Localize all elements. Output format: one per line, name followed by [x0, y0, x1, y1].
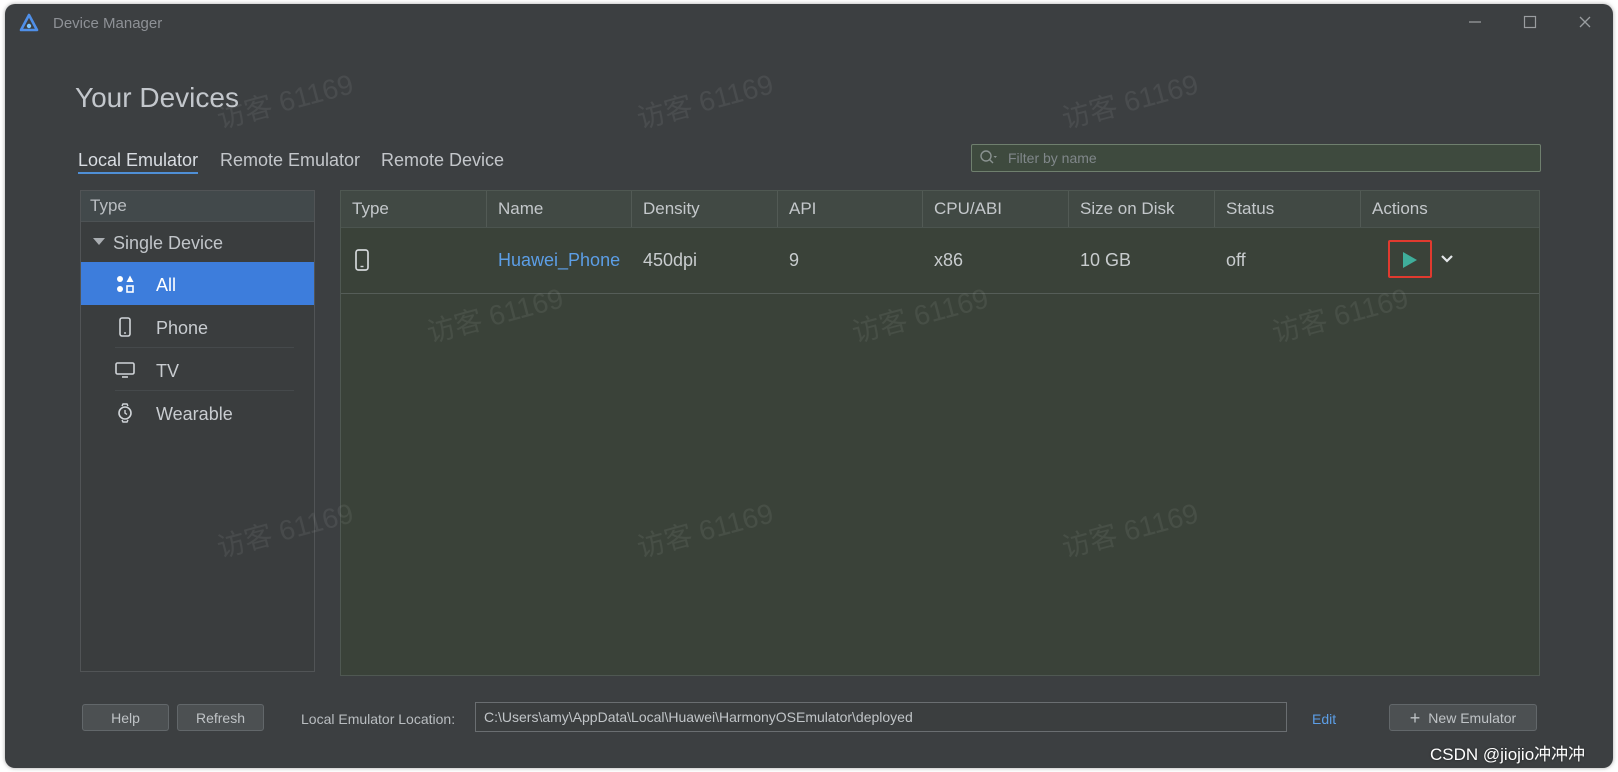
help-button[interactable]: Help	[82, 704, 169, 731]
table-header: Type Name Density API CPU/ABI Size on Di…	[341, 191, 1539, 228]
close-button[interactable]	[1565, 9, 1605, 37]
tab-remote-emulator[interactable]: Remote Emulator	[220, 150, 360, 171]
type-item-label: All	[156, 275, 177, 295]
triangle-down-icon[interactable]	[93, 238, 105, 245]
close-icon	[1579, 16, 1591, 28]
watch-icon	[118, 403, 132, 423]
new-emulator-label: New Emulator	[1428, 710, 1517, 726]
app-logo-icon	[19, 13, 39, 32]
filter-input[interactable]	[1006, 147, 1530, 169]
device-name-link[interactable]: Huawei_Phone	[487, 227, 620, 293]
column-header-name[interactable]: Name	[487, 191, 632, 227]
watermark-text: 访客 61169	[633, 68, 777, 135]
refresh-button[interactable]: Refresh	[177, 704, 264, 731]
device-density: 450dpi	[643, 250, 698, 270]
phone-icon	[119, 317, 131, 337]
edit-location-link[interactable]: Edit	[1312, 711, 1336, 727]
minimize-icon	[1469, 21, 1481, 23]
device-size: 10 GB	[1080, 250, 1132, 270]
type-item-label: Phone	[156, 318, 209, 338]
tab-local-emulator[interactable]: Local Emulator	[78, 150, 199, 174]
maximize-button[interactable]	[1510, 9, 1550, 37]
tree-group-single-device[interactable]: Single Device	[81, 222, 314, 262]
maximize-icon	[1523, 15, 1537, 29]
filter-box[interactable]	[971, 144, 1541, 172]
window-title: Device Manager	[53, 15, 163, 32]
watermark-text: 访客 61169	[1058, 68, 1202, 135]
grid-shapes-icon	[117, 275, 134, 293]
tv-icon	[115, 362, 135, 378]
device-manager-window: Device Manager Your Devices Local Emulat…	[5, 4, 1613, 768]
column-header-density[interactable]: Density	[632, 191, 778, 227]
column-header-actions: Actions	[1372, 199, 1428, 218]
attribution-text: CSDN @jiojio冲冲冲	[1430, 745, 1586, 764]
run-emulator-button[interactable]	[1388, 240, 1432, 278]
type-item-label: Wearable	[156, 404, 233, 424]
chevron-down-icon[interactable]	[1439, 251, 1455, 267]
page-title: Your Devices	[75, 82, 239, 113]
tree-group-label: Single Device	[113, 233, 224, 253]
device-status: off	[1226, 250, 1246, 270]
tab-remote-device[interactable]: Remote Device	[381, 150, 504, 171]
type-item-all[interactable]: All	[81, 262, 314, 305]
phone-icon	[355, 249, 369, 271]
table-row[interactable]: Huawei_Phone 450dpi 9 x86 10 GB off	[341, 227, 1539, 294]
column-header-status[interactable]: Status	[1215, 191, 1361, 227]
type-item-wearable[interactable]: Wearable	[81, 391, 314, 434]
type-item-phone[interactable]: Phone	[81, 305, 314, 348]
type-item-tv[interactable]: TV	[81, 348, 314, 391]
plus-icon: +	[1409, 708, 1421, 728]
title-bar: Device Manager	[5, 4, 1613, 42]
emulator-location-field[interactable]: C:\Users\amy\AppData\Local\Huawei\Harmon…	[475, 702, 1287, 732]
type-item-label: TV	[156, 361, 180, 381]
column-header-size-on-disk[interactable]: Size on Disk	[1069, 191, 1215, 227]
new-emulator-button[interactable]: + New Emulator	[1389, 704, 1537, 731]
play-icon	[1403, 252, 1417, 268]
column-header-api[interactable]: API	[778, 191, 923, 227]
column-header-type[interactable]: Type	[341, 191, 487, 227]
search-icon	[980, 150, 997, 164]
device-api: 9	[789, 250, 800, 270]
emulator-location-label: Local Emulator Location:	[301, 711, 456, 727]
device-cpu-abi: x86	[934, 250, 964, 270]
device-table: Type Name Density API CPU/ABI Size on Di…	[340, 190, 1540, 676]
type-panel: Type Single Device All Phone TV Wearable	[80, 190, 315, 672]
type-panel-header: Type	[81, 191, 314, 222]
column-header-cpu-abi[interactable]: CPU/ABI	[923, 191, 1069, 227]
minimize-button[interactable]	[1455, 9, 1495, 37]
